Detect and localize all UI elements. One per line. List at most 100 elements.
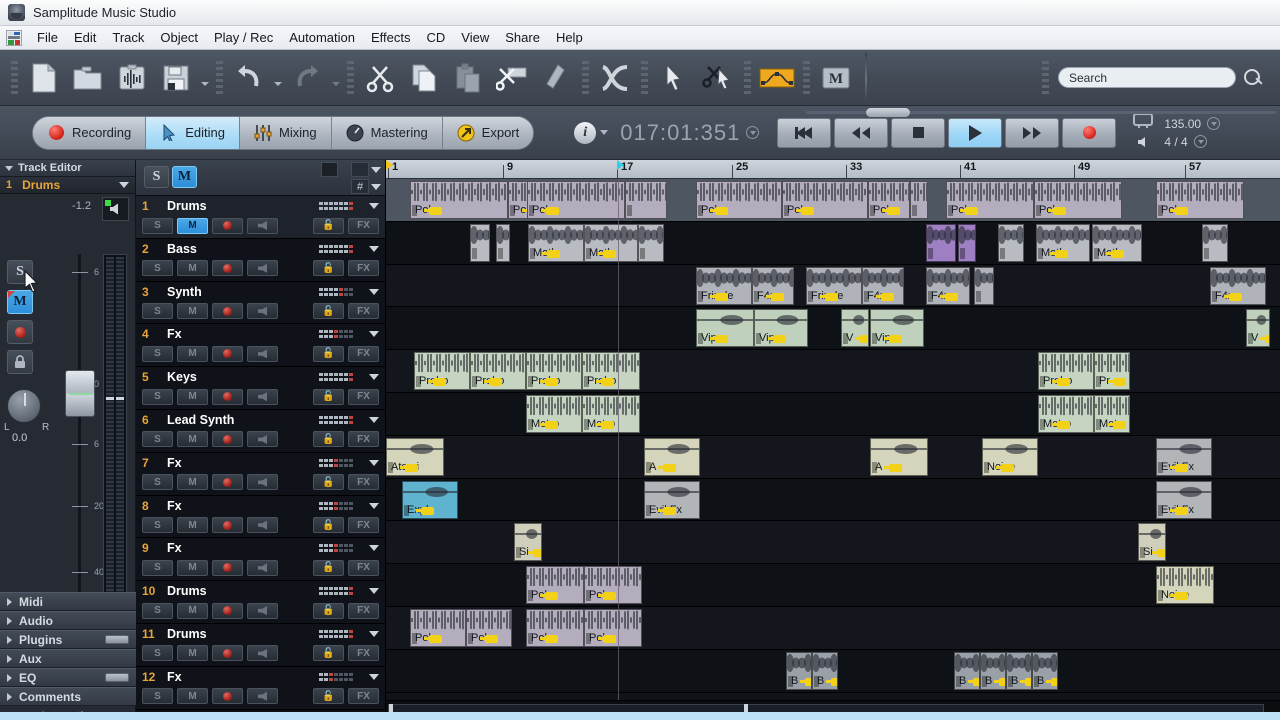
- track-solo-button[interactable]: S: [142, 602, 173, 619]
- track-fx-button[interactable]: FX: [348, 517, 379, 534]
- track-solo-button[interactable]: S: [142, 688, 173, 705]
- track-mute-button[interactable]: M: [177, 260, 208, 277]
- audio-clip[interactable]: Polar: [527, 181, 625, 219]
- track-fx-button[interactable]: FX: [348, 474, 379, 491]
- clip-handle[interactable]: [1204, 247, 1209, 259]
- track-name[interactable]: Keys: [167, 370, 197, 384]
- clip-handle[interactable]: [912, 205, 917, 216]
- playhead-marker[interactable]: [617, 160, 624, 170]
- track-lock-button[interactable]: 🔓: [313, 517, 344, 534]
- skip-start-button[interactable]: [777, 117, 832, 148]
- chevron-down-icon[interactable]: [119, 182, 129, 188]
- audio-clip[interactable]: Polar: [1034, 181, 1122, 219]
- track-solo-button[interactable]: S: [142, 474, 173, 491]
- track-lock-button[interactable]: 🔓: [313, 602, 344, 619]
- audio-clip[interactable]: Polar: [946, 181, 1034, 219]
- track-row[interactable]: 7 Fx S M 🔓 FX: [136, 452, 385, 496]
- audio-clip[interactable]: B: [1006, 651, 1032, 690]
- record-arm-button[interactable]: [7, 320, 33, 344]
- track-mute-button[interactable]: M: [177, 688, 208, 705]
- track-editor-track-selector[interactable]: 1 Drums: [0, 177, 135, 194]
- track-row[interactable]: 4 Fx S M 🔓 FX: [136, 324, 385, 368]
- track-mute-button[interactable]: M: [177, 217, 208, 234]
- load-audio-icon[interactable]: [111, 56, 153, 100]
- audio-clip[interactable]: Polar: [1156, 181, 1244, 219]
- audio-clip[interactable]: [470, 223, 490, 262]
- track-record-button[interactable]: [212, 559, 243, 576]
- track-lock-button[interactable]: 🔓: [313, 645, 344, 662]
- section-midi[interactable]: Midi: [0, 592, 136, 611]
- track-lock-button[interactable]: 🔓: [313, 260, 344, 277]
- track-lock-button[interactable]: 🔓: [313, 217, 344, 234]
- search-icon[interactable]: [1242, 67, 1264, 89]
- track-fx-button[interactable]: FX: [348, 602, 379, 619]
- track-record-button[interactable]: [212, 345, 243, 362]
- track-monitor-button[interactable]: [247, 260, 278, 277]
- start-marker[interactable]: [386, 160, 393, 170]
- track-solo-button[interactable]: S: [142, 303, 173, 320]
- track-name[interactable]: Bass: [167, 242, 197, 256]
- track-record-button[interactable]: [212, 645, 243, 662]
- audio-clip[interactable]: [910, 181, 928, 219]
- track-solo-button[interactable]: S: [142, 345, 173, 362]
- clip-handle[interactable]: [627, 205, 632, 216]
- stop-button[interactable]: [891, 117, 946, 148]
- chevron-down-icon[interactable]: [5, 165, 13, 171]
- audio-clip[interactable]: F4z: [1210, 266, 1266, 305]
- clip-handle[interactable]: [1000, 247, 1005, 259]
- audio-clip[interactable]: Polar: [782, 181, 868, 219]
- track-record-button[interactable]: [212, 388, 243, 405]
- section-comments[interactable]: Comments: [0, 687, 136, 706]
- track-lock-button[interactable]: 🔓: [313, 303, 344, 320]
- audio-clip[interactable]: Evil Fx: [644, 480, 700, 519]
- track-row[interactable]: 2 Bass S M 🔓 FX: [136, 238, 385, 282]
- track-lane[interactable]: MetroMetroMetroMet: [386, 392, 1280, 436]
- track-lock-button[interactable]: 🔓: [313, 431, 344, 448]
- info-dropdown-arrow[interactable]: [600, 130, 609, 135]
- lock-icon[interactable]: [321, 162, 338, 177]
- save-project-icon[interactable]: [155, 56, 197, 100]
- track-record-button[interactable]: [212, 217, 243, 234]
- track-name[interactable]: Fx: [167, 456, 182, 470]
- copy-icon[interactable]: [403, 56, 445, 100]
- clip-handle[interactable]: [928, 247, 933, 259]
- audio-clip[interactable]: Moth: [584, 223, 638, 262]
- undo-icon[interactable]: [228, 56, 270, 100]
- chevron-down-icon[interactable]: [369, 203, 379, 209]
- tempo-dropdown-arrow[interactable]: [1207, 117, 1221, 130]
- audio-clip[interactable]: Metro: [1038, 394, 1094, 433]
- section-plugins[interactable]: Plugins: [0, 630, 136, 649]
- track-record-button[interactable]: [212, 303, 243, 320]
- curve-icon[interactable]: [756, 56, 798, 100]
- volume-fader[interactable]: 6 0 6 20 40 80: [62, 254, 104, 634]
- audio-clip[interactable]: Proho: [470, 352, 526, 391]
- trim-icon[interactable]: [491, 56, 533, 100]
- audio-clip[interactable]: A: [870, 437, 928, 476]
- audio-clip[interactable]: [974, 266, 994, 305]
- track-mute-button[interactable]: M: [177, 559, 208, 576]
- audio-clip[interactable]: Evil Fx: [1156, 480, 1212, 519]
- mode-mixing[interactable]: Mixing: [240, 116, 332, 149]
- chevron-down-icon[interactable]: [369, 245, 379, 252]
- track-fx-button[interactable]: FX: [348, 388, 379, 405]
- audio-clip[interactable]: Viper: [870, 309, 924, 348]
- mute-button[interactable]: M: [7, 290, 33, 314]
- chevron-down-icon[interactable]: [371, 167, 381, 173]
- track-lane[interactable]: FrizzleF4zFrizzleF4zF4zF4z: [386, 264, 1280, 308]
- track-monitor-button[interactable]: [247, 474, 278, 491]
- track-name[interactable]: Lead Synth: [167, 413, 234, 427]
- track-lane[interactable]: PolarPolPolarPolarPolarPolPolarPolarPola…: [386, 179, 1280, 222]
- menu-item-cd[interactable]: CD: [420, 27, 453, 48]
- audio-clip[interactable]: Proho: [582, 352, 640, 391]
- track-record-button[interactable]: [212, 688, 243, 705]
- audio-clip[interactable]: Si: [1138, 523, 1166, 562]
- track-name[interactable]: Fx: [167, 670, 182, 684]
- chevron-down-icon[interactable]: [369, 288, 379, 295]
- track-lock-button[interactable]: 🔓: [313, 345, 344, 362]
- chevron-down-icon[interactable]: [369, 502, 379, 509]
- audio-clip[interactable]: V: [1246, 309, 1270, 348]
- undo-dropdown-arrow[interactable]: [272, 56, 284, 100]
- global-mute-button[interactable]: M: [172, 166, 197, 188]
- audio-clip[interactable]: [496, 223, 510, 262]
- track-record-button[interactable]: [212, 602, 243, 619]
